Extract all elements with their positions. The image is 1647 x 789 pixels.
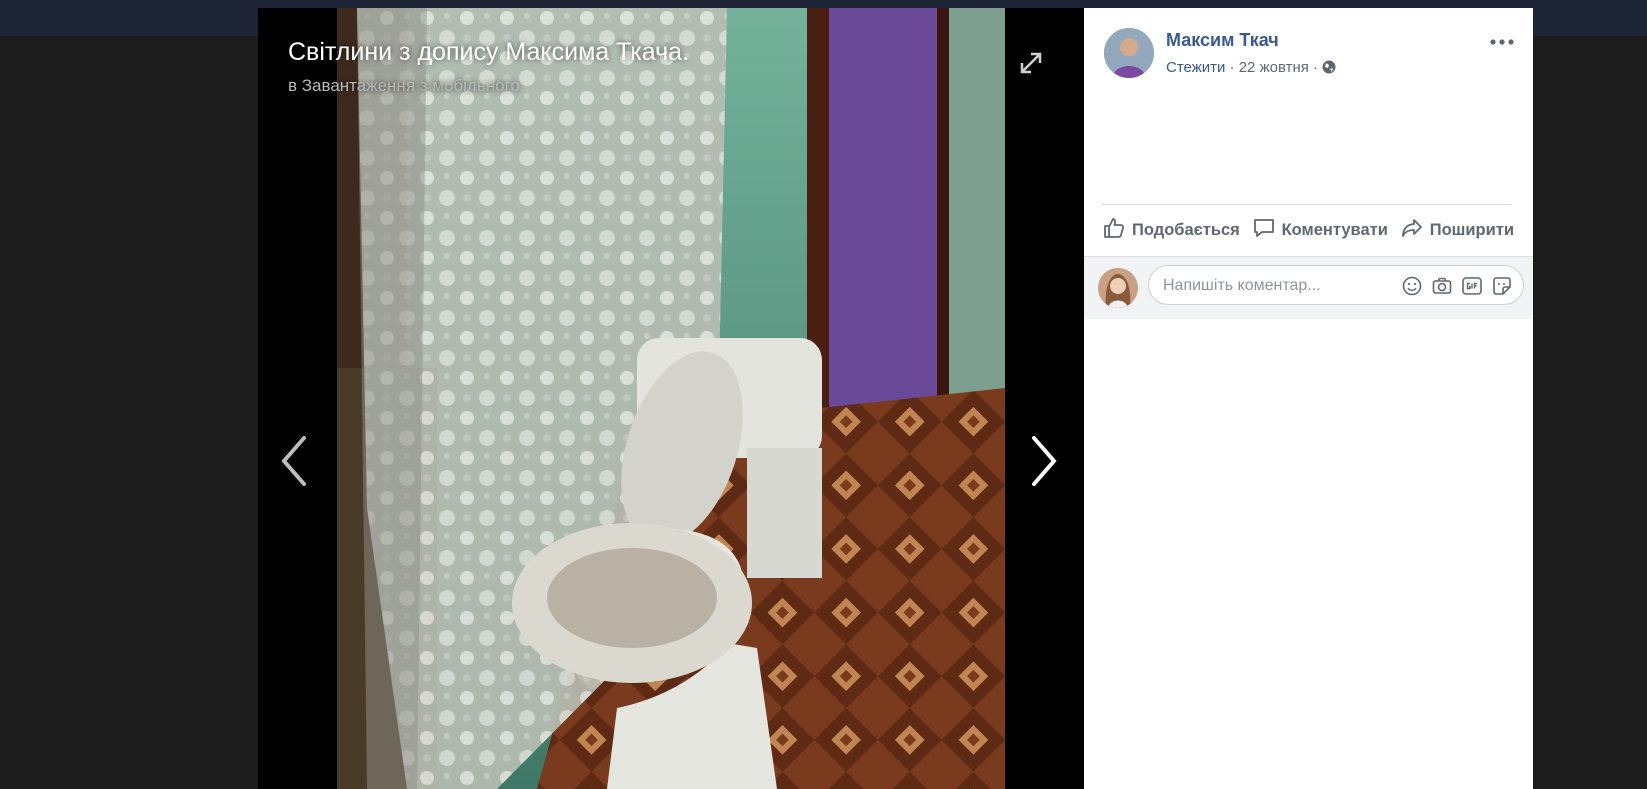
author-avatar[interactable] (1104, 28, 1154, 78)
meta-separator: · (1313, 59, 1319, 76)
more-options-icon[interactable] (1488, 32, 1516, 52)
follow-link[interactable]: Стежити (1166, 59, 1225, 76)
author-name[interactable]: Максим Ткач (1166, 30, 1279, 51)
comment-input[interactable] (1161, 266, 1395, 306)
photo-viewer: Світлини з допису Максима Ткача. в Заван… (258, 8, 1084, 789)
comment-box (1148, 265, 1524, 306)
like-label: Подобається (1132, 220, 1240, 239)
post-actions: Подобається Коментувати Поширити (1102, 210, 1514, 250)
post-sidebar: Максим Ткач Стежити · 22 жовтня · Подоба… (1084, 8, 1533, 789)
gif-icon[interactable] (1461, 275, 1483, 297)
photo-image (337, 8, 1005, 789)
photo (337, 8, 1005, 789)
comment-icon (1252, 216, 1276, 245)
comment-composer (1084, 256, 1533, 319)
user-avatar (1098, 268, 1138, 308)
comment-button[interactable]: Коментувати (1252, 210, 1388, 250)
sticker-icon[interactable] (1491, 275, 1513, 297)
photo-album-link[interactable]: в Завантаження з мобільного (288, 76, 520, 96)
chevron-left-icon[interactable] (274, 426, 318, 496)
share-label: Поширити (1429, 220, 1514, 239)
comment-tools (1401, 275, 1513, 297)
post-date[interactable]: 22 жовтня (1239, 59, 1309, 76)
emoji-icon[interactable] (1401, 275, 1423, 297)
like-button[interactable]: Подобається (1102, 210, 1240, 250)
share-icon (1400, 216, 1424, 245)
like-icon (1102, 216, 1126, 245)
expand-icon[interactable] (1014, 46, 1048, 80)
comment-label: Коментувати (1281, 220, 1388, 239)
chevron-right-icon[interactable] (1020, 426, 1064, 496)
post-meta: Стежити · 22 жовтня · (1166, 59, 1336, 78)
divider (1102, 204, 1512, 205)
globe-icon (1322, 60, 1336, 78)
camera-icon[interactable] (1431, 275, 1453, 297)
photo-title: Світлини з допису Максима Ткача. (288, 38, 690, 66)
meta-separator: · (1229, 59, 1235, 76)
share-button[interactable]: Поширити (1400, 210, 1514, 250)
